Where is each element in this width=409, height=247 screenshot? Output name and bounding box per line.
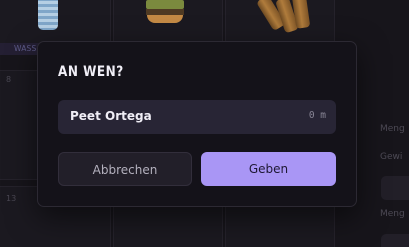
recipient-name: Peet Ortega <box>70 109 152 123</box>
recipient-distance: 0 m <box>308 110 326 121</box>
side-panel-label: Meng <box>380 209 405 219</box>
ammo-icon <box>256 0 328 38</box>
side-panel-field[interactable] <box>381 234 409 247</box>
side-panel-label: Meng <box>380 124 405 134</box>
slot-number: 8 <box>6 75 12 84</box>
cancel-button[interactable]: Abbrechen <box>58 152 192 186</box>
give-dialog: AN WEN? Peet Ortega 0 m Abbrechen Geben <box>37 41 357 207</box>
give-button[interactable]: Geben <box>201 152 336 186</box>
burger-icon <box>146 0 184 24</box>
inventory-screen: WASS 8 13 Meng Gewi Meng AN WEN? Peet Or… <box>0 0 409 247</box>
water-can-icon <box>38 0 58 30</box>
slot-number: 13 <box>6 194 17 203</box>
recipient-option[interactable]: Peet Ortega 0 m <box>58 100 336 134</box>
side-panel-field[interactable] <box>381 176 409 200</box>
side-panel-label: Gewi <box>380 152 403 162</box>
dialog-title: AN WEN? <box>58 64 124 80</box>
